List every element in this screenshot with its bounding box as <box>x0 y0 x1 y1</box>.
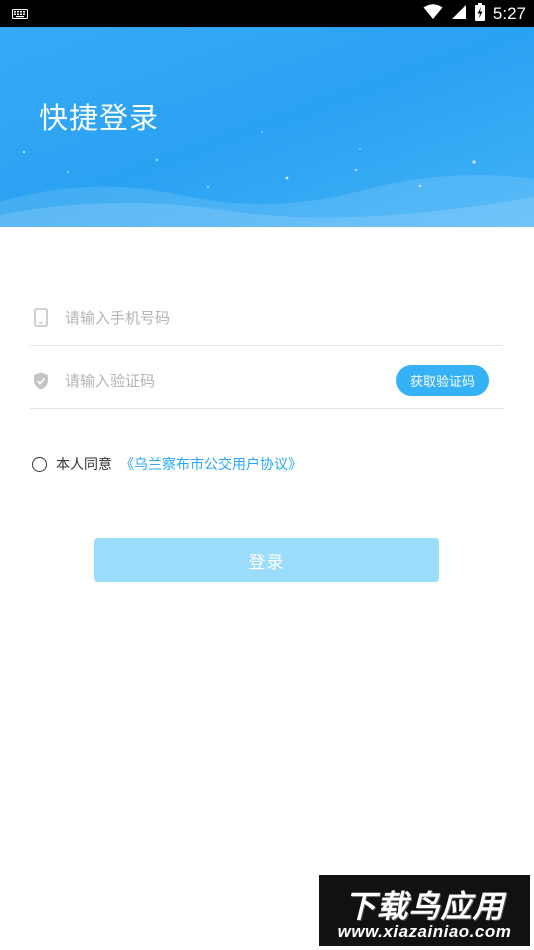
agreement-link[interactable]: 《乌兰察布市公交用户协议》 <box>120 454 302 474</box>
get-code-button[interactable]: 获取验证码 <box>395 365 489 396</box>
status-bar: 5:27 <box>0 0 534 27</box>
header-banner: 快捷登录 <box>0 27 534 227</box>
shield-icon <box>31 371 51 391</box>
agreement-row: 本人同意 《乌兰察布市公交用户协议》 <box>32 454 302 474</box>
wifi-icon <box>423 3 443 24</box>
signal-icon <box>451 4 467 24</box>
battery-charging-icon <box>474 2 485 25</box>
watermark-title: 下载鸟应用 <box>344 889 505 925</box>
code-field-row: 获取验证码 <box>30 353 503 409</box>
phone-input[interactable] <box>65 308 365 327</box>
status-time: 5:27 <box>492 3 526 23</box>
page-title: 快捷登录 <box>39 101 160 135</box>
watermark: 下载鸟应用 www.xiazainiao.com <box>319 875 530 946</box>
verification-code-input[interactable] <box>65 371 365 390</box>
agreement-radio[interactable] <box>32 456 47 472</box>
keyboard-icon <box>12 4 28 23</box>
phone-icon <box>31 308 51 328</box>
watermark-url: www.xiazainiao.com <box>337 922 512 941</box>
login-button[interactable]: 登录 <box>94 538 439 582</box>
agreement-text: 本人同意 <box>56 457 112 473</box>
login-screen: 5:27 快捷登录 请输入手机号码 请输入验证码 获取验证码 本人同意 《乌兰察… <box>0 0 534 950</box>
login-form: 获取验证码 <box>30 290 503 409</box>
phone-field-row <box>30 290 503 346</box>
